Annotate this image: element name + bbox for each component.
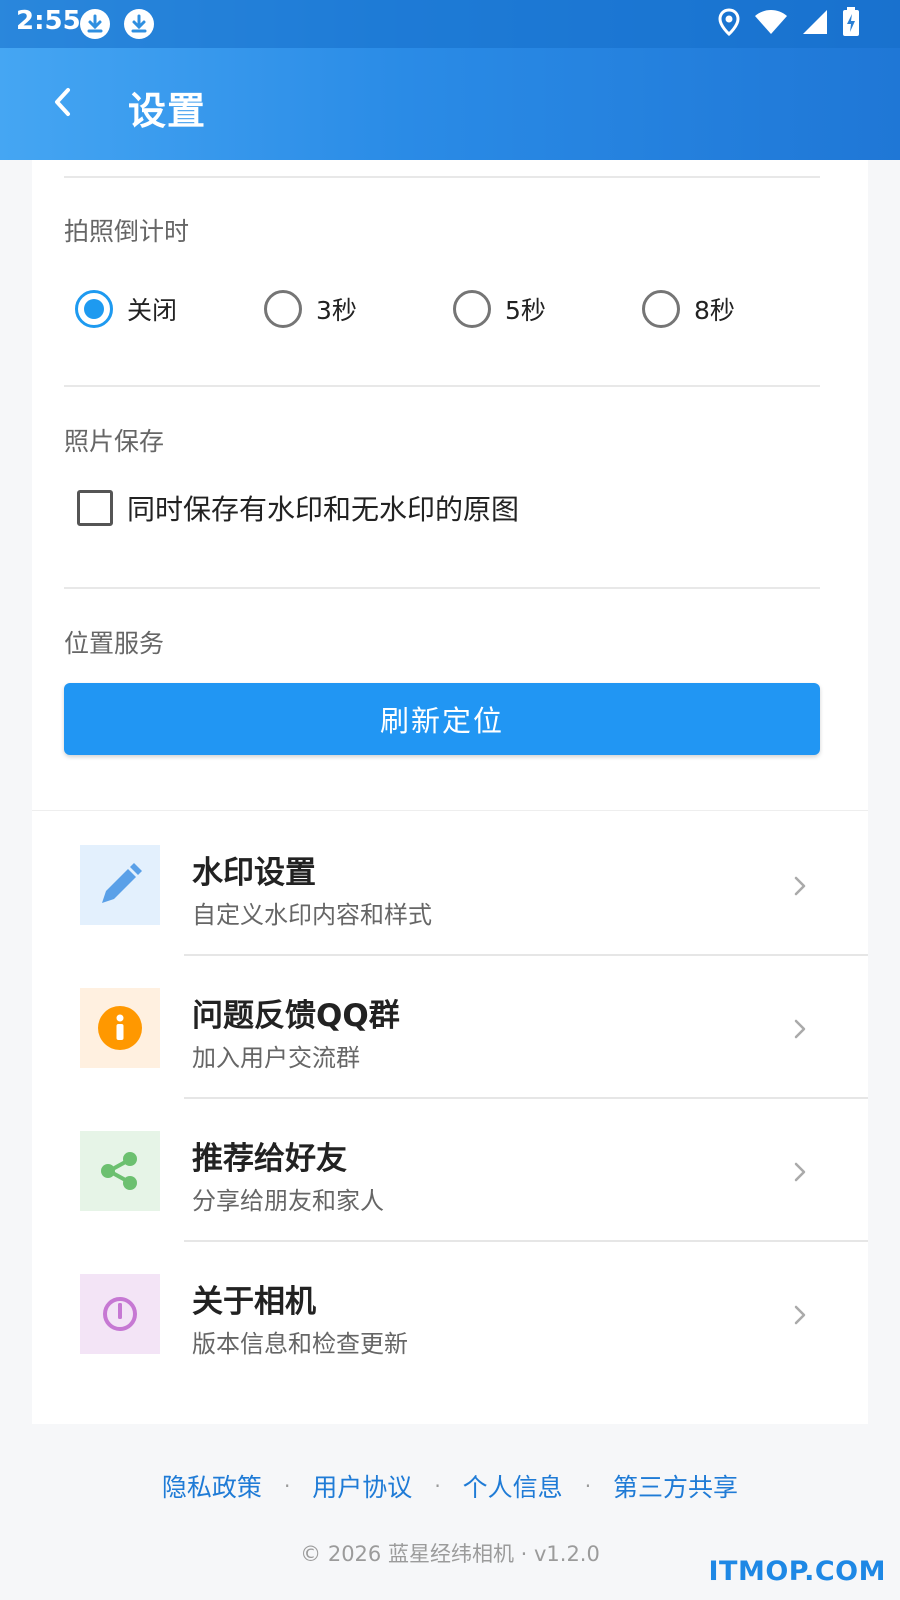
radio-label: 5秒 xyxy=(505,296,546,325)
divider xyxy=(64,385,820,387)
radio-unchecked-icon[interactable] xyxy=(642,290,680,328)
personal-info-link[interactable]: 个人信息 xyxy=(463,1468,563,1504)
menu-card: 水印设置 自定义水印内容和样式 问题反馈QQ群 加入用户交流群 推荐给好友 分享… xyxy=(32,810,868,1424)
menu-title: 问题反馈QQ群 xyxy=(192,998,400,1034)
wifi-icon xyxy=(754,9,788,39)
radio-8s[interactable]: 8秒 xyxy=(642,287,735,331)
menu-subtitle: 版本信息和检查更新 xyxy=(192,1330,408,1358)
radio-5s[interactable]: 5秒 xyxy=(453,287,546,331)
menu-title: 关于相机 xyxy=(192,1284,316,1320)
menu-subtitle: 分享给朋友和家人 xyxy=(192,1187,384,1215)
share-icon xyxy=(80,1131,160,1211)
back-button[interactable] xyxy=(42,80,82,124)
divider xyxy=(64,587,820,589)
download-icon xyxy=(124,9,154,39)
pencil-icon xyxy=(80,845,160,925)
chevron-right-icon xyxy=(794,1162,806,1182)
power-icon xyxy=(80,1274,160,1354)
separator: · xyxy=(283,1474,291,1498)
location-icon xyxy=(718,8,740,40)
chevron-right-icon xyxy=(794,876,806,896)
page-title: 设置 xyxy=(128,89,207,133)
menu-item-feedback-qq[interactable]: 问题反馈QQ群 加入用户交流群 xyxy=(32,954,868,1097)
separator: · xyxy=(434,1474,441,1498)
app-header: 2:55 设置 xyxy=(0,0,900,160)
privacy-policy-link[interactable]: 隐私政策 xyxy=(162,1468,262,1504)
status-bar: 2:55 xyxy=(0,0,900,48)
icon-box xyxy=(80,988,160,1068)
save-original-checkbox[interactable]: 同时保存有水印和无水印的原图 xyxy=(77,488,519,528)
third-party-sharing-link[interactable]: 第三方共享 xyxy=(613,1468,738,1504)
chevron-right-icon xyxy=(794,1019,806,1039)
status-icons xyxy=(718,7,860,41)
menu-subtitle: 自定义水印内容和样式 xyxy=(192,901,432,929)
checkbox-unchecked-icon[interactable] xyxy=(77,490,113,526)
separator: · xyxy=(584,1474,592,1498)
checkbox-label: 同时保存有水印和无水印的原图 xyxy=(127,493,520,526)
battery-charging-icon xyxy=(842,7,860,41)
radio-unchecked-icon[interactable] xyxy=(264,290,302,328)
countdown-radio-group: 关闭 3秒 5秒 8秒 xyxy=(75,287,835,331)
radio-checked-icon[interactable] xyxy=(75,290,113,328)
radio-unchecked-icon[interactable] xyxy=(453,290,491,328)
site-watermark: ITMOP.COM xyxy=(708,1556,886,1587)
user-agreement-link[interactable]: 用户协议 xyxy=(312,1468,412,1504)
chevron-right-icon xyxy=(794,1305,806,1325)
info-icon xyxy=(80,988,160,1068)
menu-subtitle: 加入用户交流群 xyxy=(192,1044,360,1072)
location-section-title: 位置服务 xyxy=(64,629,165,658)
chevron-left-icon xyxy=(55,88,70,116)
icon-box xyxy=(80,1131,160,1211)
radio-label: 3秒 xyxy=(316,296,357,325)
photo-save-section-title: 照片保存 xyxy=(64,427,165,456)
countdown-section-title: 拍照倒计时 xyxy=(64,217,190,246)
menu-title: 水印设置 xyxy=(192,855,316,891)
footer-links: 隐私政策 · 用户协议 · 个人信息 · 第三方共享 xyxy=(0,1468,900,1504)
settings-card: 拍照倒计时 关闭 3秒 5秒 8秒 照片保存 同时保存有水印和无水印的原图 位置… xyxy=(32,160,868,810)
radio-3s[interactable]: 3秒 xyxy=(264,287,357,331)
radio-label: 关闭 xyxy=(127,296,178,325)
status-time: 2:55 xyxy=(16,6,81,36)
menu-item-about[interactable]: 关于相机 版本信息和检查更新 xyxy=(32,1240,868,1383)
menu-item-recommend[interactable]: 推荐给好友 分享给朋友和家人 xyxy=(32,1097,868,1240)
refresh-location-button[interactable]: 刷新定位 xyxy=(64,683,820,755)
download-icon xyxy=(80,9,110,39)
divider xyxy=(64,176,820,178)
radio-label: 8秒 xyxy=(694,296,735,325)
menu-item-watermark-settings[interactable]: 水印设置 自定义水印内容和样式 xyxy=(32,811,868,954)
radio-off[interactable]: 关闭 xyxy=(75,287,177,331)
signal-icon xyxy=(802,9,828,39)
icon-box xyxy=(80,1274,160,1354)
menu-title: 推荐给好友 xyxy=(192,1141,347,1177)
icon-box xyxy=(80,845,160,925)
